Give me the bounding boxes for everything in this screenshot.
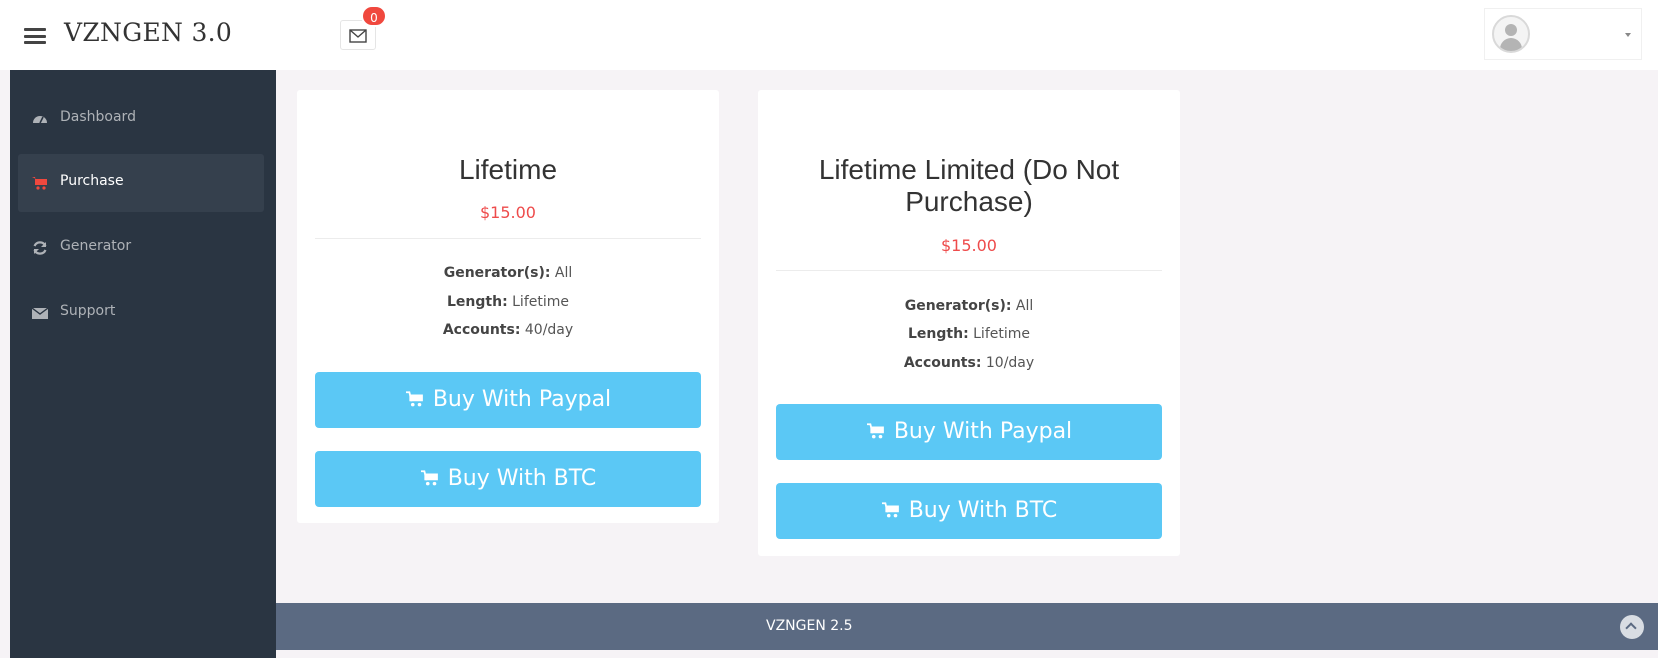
plan-title: Lifetime (458, 154, 558, 185)
sidebar-item-dashboard[interactable]: Dashboard (18, 90, 264, 148)
footer-text: VZNGEN 2.5 (766, 618, 853, 634)
dashboard-icon (33, 116, 47, 124)
plan-feature-accounts: Accounts: 40/day (442, 322, 574, 338)
envelope-icon (349, 29, 367, 43)
plan-price: $15.00 (480, 203, 536, 222)
buy-with-paypal-button[interactable]: Buy With Paypal (776, 404, 1162, 460)
sidebar-item-label: Generator (60, 238, 132, 254)
sidebar-item-label: Purchase (60, 173, 124, 189)
avatar (1492, 15, 1530, 53)
user-menu[interactable] (1484, 8, 1642, 60)
top-bar: VZNGEN 3.0 0 (0, 0, 1658, 70)
plan-title: Lifetime Limited (Do Not (818, 154, 1120, 185)
cart-icon (420, 470, 438, 486)
sidebar-item-label: Dashboard (60, 109, 136, 125)
plan-feature-accounts: Accounts: 10/day (903, 355, 1035, 371)
divider (776, 270, 1162, 271)
cart-icon (405, 391, 423, 407)
sidebar-item-purchase[interactable]: Purchase (18, 154, 264, 212)
envelope-icon (32, 307, 48, 319)
notification-badge: 0 (361, 5, 387, 27)
sidebar-item-generator[interactable]: Generator (18, 219, 264, 277)
divider (315, 238, 701, 239)
plan-feature-length: Length: Lifetime (447, 294, 569, 310)
plan-feature-length: Length: Lifetime (908, 326, 1030, 342)
plan-card-lifetime-limited: Lifetime Limited (Do Not Purchase) $15.0… (758, 90, 1180, 556)
plan-title-line2: Purchase) (905, 186, 1033, 217)
plan-feature-generators: Generator(s): All (904, 298, 1034, 314)
brand-title[interactable]: VZNGEN 3.0 (64, 18, 232, 47)
sidebar: Dashboard Purchase Generator Support (10, 70, 276, 658)
cart-icon (866, 423, 884, 439)
buy-with-paypal-button[interactable]: Buy With Paypal (315, 372, 701, 428)
sidebar-item-support[interactable]: Support (18, 284, 264, 342)
sidebar-item-label: Support (60, 303, 116, 319)
cart-icon (881, 502, 899, 518)
cart-icon (32, 177, 47, 190)
menu-toggle-icon[interactable] (24, 28, 46, 44)
plan-price: $15.00 (941, 236, 997, 255)
buy-with-btc-button[interactable]: Buy With BTC (315, 451, 701, 507)
chevron-down-icon (1625, 33, 1631, 37)
footer: VZNGEN 2.5 (276, 603, 1658, 650)
refresh-icon (33, 241, 47, 255)
scroll-to-top-icon[interactable] (1620, 615, 1644, 639)
buy-with-btc-button[interactable]: Buy With BTC (776, 483, 1162, 539)
plan-card-lifetime: Lifetime $15.00 Generator(s): All Length… (297, 90, 719, 523)
plan-feature-generators: Generator(s): All (443, 265, 573, 281)
